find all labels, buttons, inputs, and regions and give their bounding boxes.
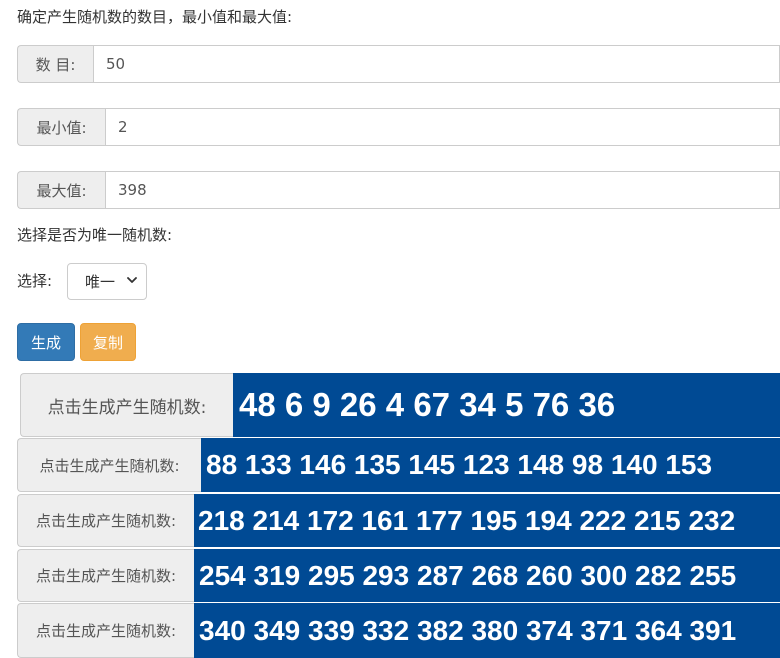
result-row: 点击生成产生随机数: 340 349 339 332 382 380 374 3… bbox=[17, 603, 780, 658]
min-label: 最小值: bbox=[17, 108, 105, 146]
form-heading: 确定产生随机数的数目，最小值和最大值: bbox=[17, 8, 293, 26]
max-input-group: 最大值: bbox=[17, 171, 780, 209]
result-values[interactable]: 340 349 339 332 382 380 374 371 364 391 bbox=[194, 603, 780, 658]
count-label: 数 目: bbox=[17, 45, 93, 83]
result-label: 点击生成产生随机数: bbox=[17, 549, 194, 602]
chevron-down-icon bbox=[127, 277, 137, 283]
max-label: 最大值: bbox=[17, 171, 105, 209]
copy-button[interactable]: 复制 bbox=[80, 323, 136, 361]
result-label: 点击生成产生随机数: bbox=[17, 438, 201, 492]
result-values[interactable]: 88 133 146 135 145 123 148 98 140 153 bbox=[201, 438, 780, 492]
min-input-group: 最小值: bbox=[17, 108, 780, 146]
result-values[interactable]: 218 214 172 161 177 195 194 222 215 232 bbox=[194, 494, 780, 547]
count-input-group: 数 目: bbox=[17, 45, 780, 83]
result-values[interactable]: 48 6 9 26 4 67 34 5 76 36 bbox=[233, 373, 780, 437]
min-input[interactable] bbox=[105, 108, 780, 146]
result-row: 点击生成产生随机数: 254 319 295 293 287 268 260 3… bbox=[17, 549, 780, 602]
result-row: 点击生成产生随机数: 88 133 146 135 145 123 148 98… bbox=[17, 438, 780, 492]
unique-heading: 选择是否为唯一随机数: bbox=[17, 226, 173, 244]
generate-button[interactable]: 生成 bbox=[17, 323, 75, 361]
result-row: 点击生成产生随机数: 48 6 9 26 4 67 34 5 76 36 bbox=[20, 373, 780, 437]
result-values[interactable]: 254 319 295 293 287 268 260 300 282 255 bbox=[194, 549, 780, 602]
unique-select[interactable]: 唯一 bbox=[67, 263, 147, 300]
select-label: 选择: bbox=[17, 272, 53, 290]
result-label: 点击生成产生随机数: bbox=[17, 494, 194, 547]
result-label: 点击生成产生随机数: bbox=[17, 603, 194, 658]
max-input[interactable] bbox=[105, 171, 780, 209]
random-number-generator-page: 确定产生随机数的数目，最小值和最大值: 数 目: 最小值: 最大值: 选择是否为… bbox=[0, 0, 780, 658]
unique-select-value: 唯一 bbox=[85, 273, 116, 291]
count-input[interactable] bbox=[93, 45, 780, 83]
result-label: 点击生成产生随机数: bbox=[20, 373, 233, 437]
result-row: 点击生成产生随机数: 218 214 172 161 177 195 194 2… bbox=[17, 494, 780, 547]
